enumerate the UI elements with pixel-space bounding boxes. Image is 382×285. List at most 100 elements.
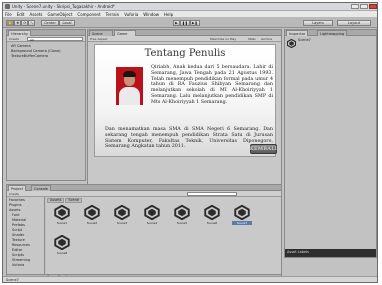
asset-tile[interactable]: Scene2 — [82, 205, 102, 227]
hierarchy-item-texture-buffer-camera[interactable]: TextureBufferCamera — [11, 54, 48, 58]
menu-terrain[interactable]: Terrain — [106, 12, 120, 17]
tree-item[interactable]: Font — [12, 213, 20, 217]
unity-scene-icon — [234, 205, 250, 220]
hierarchy-search-placeholder: All — [30, 38, 34, 42]
move-tool-button[interactable]: ✥ — [14, 20, 22, 26]
menu-assets[interactable]: Assets — [29, 12, 42, 17]
unity-scene-icon — [204, 205, 220, 220]
breadcrumb-assets[interactable]: Assets — [47, 197, 65, 203]
rotate-tool-button[interactable]: ⟳ — [21, 20, 29, 26]
asset-label: Scene2 — [86, 221, 98, 225]
menu-window[interactable]: Window — [143, 12, 159, 17]
gizmos-dropdown[interactable]: Gizmos — [261, 37, 272, 41]
asset-tile[interactable]: Scene6 — [202, 205, 222, 227]
maximize-button[interactable] — [360, 4, 368, 9]
pivot-center-toggle[interactable]: Center — [41, 20, 59, 26]
tree-item[interactable]: Editor — [12, 248, 22, 252]
tree-item[interactable]: Prefabs — [12, 223, 25, 227]
hierarchy-search-input[interactable]: All — [27, 37, 83, 42]
asset-tile[interactable]: Scene5 — [172, 205, 192, 227]
menu-file[interactable]: File — [5, 12, 12, 17]
asset-label: Scene8 — [56, 251, 68, 255]
tree-item[interactable]: Plugins — [9, 203, 22, 207]
hierarchy-item-background-camera[interactable]: Background Camera (Clone) — [11, 49, 61, 53]
unity-scene-icon — [54, 235, 70, 250]
tree-item[interactable]: Favorites — [9, 198, 25, 202]
hierarchy-item-ar-camera[interactable]: AR Camera — [11, 44, 31, 48]
menu-gameobject[interactable]: GameObject — [47, 12, 72, 17]
asset-tile[interactable]: Scene3 — [112, 205, 132, 227]
status-bar: Scene7 — [3, 276, 377, 282]
asset-tile[interactable]: Scene8 — [52, 235, 72, 257]
asset-label: Scene4 — [146, 221, 158, 225]
maximize-on-play-toggle[interactable]: Maximize on Play — [210, 37, 236, 41]
menu-vuforia[interactable]: Vuforia — [124, 12, 138, 17]
close-button[interactable] — [369, 4, 377, 9]
project-search-input[interactable] — [187, 192, 237, 196]
status-text: Scene7 — [6, 278, 19, 282]
hand-tool-button[interactable]: ✋ — [6, 20, 15, 26]
about-author-card: Tentang Penulis Qiriabh, Anak kedua dari… — [94, 44, 277, 157]
main-toolbar: ✋ ✥ ⟳ ⤡ Center Local ▶ ❚❚ ▶❚ Layers Layo… — [3, 18, 377, 28]
menu-edit[interactable]: Edit — [17, 12, 25, 17]
game-view-panel: Scene Game Free Aspect Maximize on Play … — [87, 29, 282, 199]
asset-labels-label: Asset Labels — [287, 250, 309, 254]
tree-item[interactable]: Script — [12, 228, 22, 232]
tab-lightmapping[interactable]: Lightmapping — [317, 30, 348, 36]
pause-button[interactable]: ❚❚ — [180, 20, 190, 26]
project-create-button[interactable]: Create — [9, 192, 19, 196]
stats-toggle[interactable]: Stats — [248, 37, 256, 41]
minimize-button[interactable] — [351, 4, 359, 9]
author-photo — [116, 67, 143, 105]
asset-label: Scene7 — [232, 221, 252, 225]
rotate-icon: ⟳ — [23, 21, 27, 25]
asset-label: Scene5 — [176, 221, 188, 225]
breadcrumb-scene[interactable]: Scene — [65, 197, 83, 203]
asset-tile[interactable]: Scene4 — [142, 205, 162, 227]
play-button[interactable]: ▶ — [173, 20, 180, 26]
move-icon: ✥ — [16, 21, 20, 25]
back-button[interactable]: KEMBALI — [250, 144, 277, 154]
tree-item[interactable]: Resources — [12, 243, 30, 247]
project-folder-tree: Favorites Plugins Assets Font Material P… — [7, 197, 45, 279]
aspect-dropdown[interactable]: Free Aspect — [90, 37, 108, 41]
tree-item[interactable]: Vuforia — [12, 263, 24, 267]
unity-scene-icon — [144, 205, 160, 220]
tree-item[interactable]: Texture — [12, 238, 25, 242]
unity-scene-icon — [114, 205, 130, 220]
unity-scene-icon — [54, 205, 70, 220]
tab-inspector[interactable]: Inspector — [286, 30, 309, 36]
tree-item[interactable]: Streaming — [12, 258, 30, 262]
pivot-local-toggle[interactable]: Local — [59, 20, 75, 26]
inspector-object-name: Scene7 — [298, 38, 311, 42]
asset-labels-bar: Asset Labels — [285, 249, 376, 257]
author-bio-top: Qiriabh, Anak kedua dari 5 bersaudara. L… — [151, 65, 273, 105]
menu-bar: File Edit Assets GameObject Component Te… — [3, 11, 377, 18]
inspector-object-header: Scene7 — [287, 38, 374, 50]
tree-item[interactable]: Scripts — [12, 253, 24, 257]
layers-dropdown[interactable]: Layers — [303, 20, 333, 26]
hierarchy-panel: Hierarchy Create All AR Camera Backgroun… — [6, 29, 86, 181]
card-title: Tentang Penulis — [144, 48, 226, 59]
tree-item[interactable]: Material — [12, 218, 26, 222]
step-button[interactable]: ▶❚ — [189, 20, 200, 26]
hand-icon: ✋ — [8, 21, 13, 25]
layout-dropdown[interactable]: Layout — [337, 20, 371, 26]
pause-icon: ❚❚ — [182, 21, 188, 25]
game-viewport[interactable]: Tentang Penulis Qiriabh, Anak kedua dari… — [88, 42, 281, 198]
tree-item[interactable]: Assets — [9, 208, 20, 212]
unity-app-icon — [5, 4, 10, 9]
asset-tile[interactable]: Scene1 — [52, 205, 72, 227]
menu-help[interactable]: Help — [164, 12, 173, 17]
scale-icon: ⤡ — [30, 21, 34, 25]
hierarchy-create-button[interactable]: Create — [9, 37, 19, 41]
menu-component[interactable]: Component — [77, 12, 100, 17]
asset-tile[interactable]: Scene7 — [232, 205, 252, 227]
tree-item[interactable]: Shader — [12, 233, 24, 237]
unity-scene-icon — [174, 205, 190, 220]
play-icon: ▶ — [175, 21, 178, 25]
inspector-panel: Inspector Lightmapping Scene7 Asset Labe… — [284, 29, 377, 258]
scale-tool-button[interactable]: ⤡ — [28, 20, 36, 26]
unity-scene-icon — [287, 39, 296, 48]
project-panel: Project Console Create Favorites Plugins… — [6, 184, 282, 280]
